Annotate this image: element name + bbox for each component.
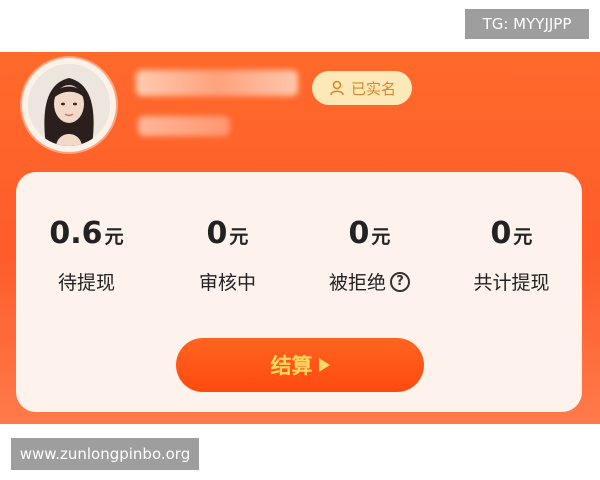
stat-unit: 元 [513,226,533,248]
stat-total-withdrawn[interactable]: 0元 共计提现 [441,214,582,295]
stat-value: 0 [348,216,370,251]
stat-label: 审核中 [198,272,256,294]
question-circle-icon[interactable]: ? [390,271,410,292]
verified-label: 已实名 [350,79,396,98]
avatar[interactable] [22,58,116,152]
person-badge-icon [330,80,344,96]
avatar-image [28,64,110,146]
stat-label: 共计提现 [473,272,550,294]
watermark-bottom: www.zunlongpinbo.org [11,438,199,470]
stat-unit: 元 [104,226,124,248]
username-blurred [136,70,298,96]
watermark-top: TG: MYYJJPP [465,9,589,39]
earnings-card: 0.6 元 待提现 0元 审核中 0元 被拒绝 ? 0元 共计提现 结算 [16,172,582,412]
stat-label: 被拒绝 [328,272,386,294]
stat-value: 0 [206,216,228,251]
user-id-blurred [138,116,230,136]
stat-value: 0 [490,216,512,251]
stat-unit: 元 [371,226,391,248]
stat-label: 待提现 [57,272,115,294]
stat-under-review[interactable]: 0元 审核中 [157,214,298,295]
settle-button[interactable]: 结算 [176,338,424,392]
stat-unit: 元 [229,226,249,248]
verified-badge[interactable]: 已实名 [312,71,412,105]
settle-button-label: 结算 [270,354,313,378]
stat-rejected[interactable]: 0元 被拒绝 ? [299,214,440,295]
stat-value: 0.6 [49,216,103,251]
stat-pending-withdraw[interactable]: 0.6 元 待提现 [16,214,157,295]
play-icon [318,358,330,372]
